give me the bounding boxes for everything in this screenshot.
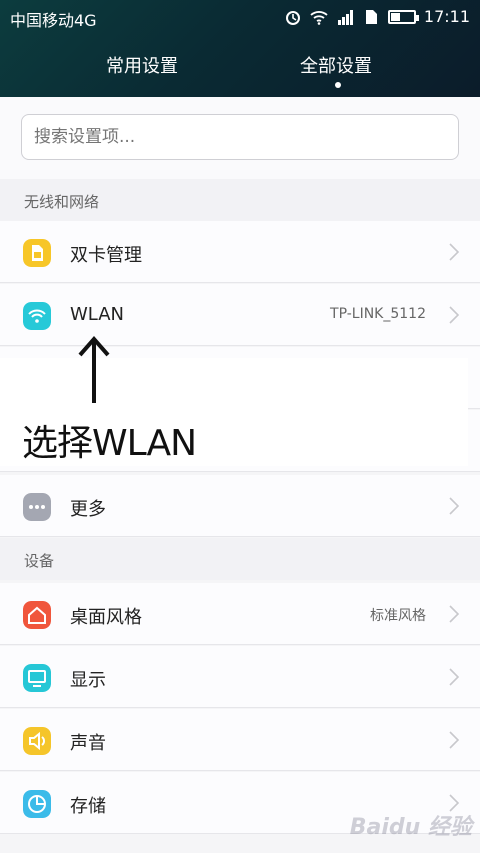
settings-row-sound[interactable]: 声音 bbox=[0, 709, 480, 771]
chevron-right-icon bbox=[449, 306, 460, 324]
display-icon bbox=[23, 664, 51, 692]
arrow-up-icon bbox=[78, 335, 110, 403]
speaker-icon bbox=[23, 727, 51, 755]
chevron-right-icon bbox=[449, 243, 460, 261]
row-label: 桌面风格 bbox=[70, 607, 142, 628]
home-icon bbox=[23, 601, 51, 629]
signal-icon bbox=[337, 9, 353, 25]
section-header-device: 设备 bbox=[0, 538, 480, 580]
row-label: WLAN bbox=[70, 304, 125, 325]
watermark: Baidu 经验 bbox=[349, 815, 472, 840]
wifi-icon bbox=[23, 302, 51, 330]
tab-all-settings[interactable]: 全部设置 bbox=[300, 52, 372, 78]
row-label: 存储 bbox=[70, 796, 106, 817]
settings-row-wlan[interactable]: WLAN TP-LINK_5112 bbox=[0, 284, 480, 346]
wifi-status-icon bbox=[310, 10, 328, 25]
storage-pie-icon bbox=[23, 790, 51, 818]
chevron-right-icon bbox=[449, 497, 460, 515]
row-label: 双卡管理 bbox=[70, 245, 142, 266]
alarm-icon bbox=[285, 10, 300, 25]
sim-card-icon bbox=[23, 239, 51, 267]
search-area bbox=[0, 97, 480, 179]
tab-bar: 常用设置 全部设置 bbox=[0, 52, 480, 92]
clock-time: 17:11 bbox=[423, 7, 470, 26]
carrier-name: 中国移动4G bbox=[10, 11, 97, 30]
row-label: 更多 bbox=[70, 499, 106, 520]
connected-network-name: TP-LINK_5112 bbox=[330, 306, 426, 322]
settings-row-display[interactable]: 显示 bbox=[0, 646, 480, 708]
chevron-right-icon bbox=[449, 668, 460, 686]
settings-row-home-style[interactable]: 桌面风格 标准风格 bbox=[0, 583, 480, 645]
settings-row-dual-sim[interactable]: 双卡管理 bbox=[0, 221, 480, 283]
row-label: 显示 bbox=[70, 670, 106, 691]
annotation-text: 选择WLAN bbox=[22, 423, 197, 464]
tab-common-settings[interactable]: 常用设置 bbox=[106, 52, 178, 78]
more-dots-icon bbox=[23, 493, 51, 521]
row-label: 声音 bbox=[70, 733, 106, 754]
section-header-wireless: 无线和网络 bbox=[0, 179, 480, 221]
row-value: 标准风格 bbox=[370, 608, 426, 624]
chevron-right-icon bbox=[449, 731, 460, 749]
status-bar: 中国移动4G 17:11 bbox=[0, 0, 480, 34]
sim-status-icon bbox=[365, 9, 377, 24]
top-bar: 中国移动4G 17:11 常用设置 全部设置 bbox=[0, 0, 480, 97]
search-input[interactable] bbox=[21, 114, 459, 160]
battery-icon bbox=[387, 9, 419, 24]
status-icons: 17:11 bbox=[284, 7, 470, 26]
settings-row-more[interactable]: 更多 bbox=[0, 475, 480, 537]
chevron-right-icon bbox=[449, 605, 460, 623]
active-tab-indicator bbox=[335, 82, 341, 88]
